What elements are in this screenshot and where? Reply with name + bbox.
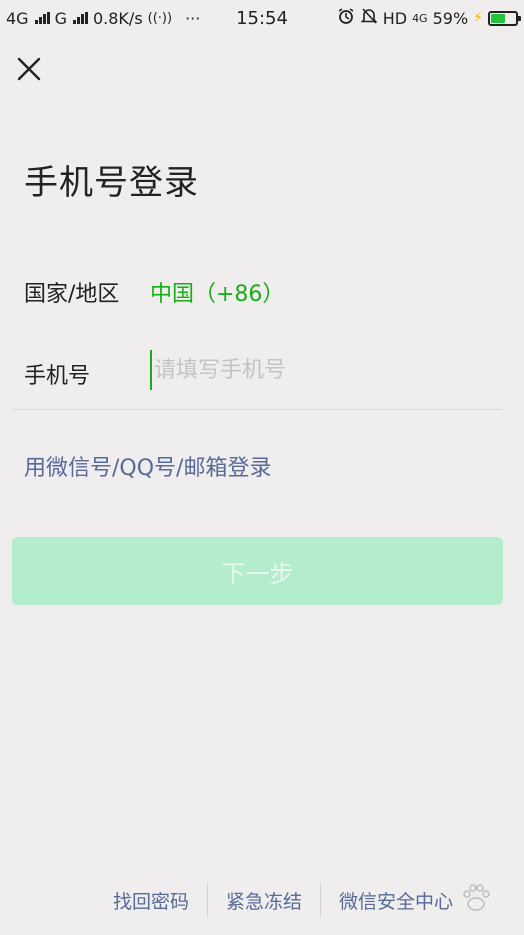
- hotspot-icon: ((·)): [147, 10, 173, 26]
- alarm-icon: [337, 7, 355, 29]
- phone-label: 手机号: [24, 364, 91, 389]
- signal-icon-2: [72, 12, 88, 24]
- status-bar: 4G G 0.8K/s ((·)) ··· 15:54 HD 4G 59% ⚡: [0, 0, 524, 36]
- status-left: 4G G 0.8K/s ((·)) ···: [6, 9, 200, 28]
- battery-icon: [488, 10, 521, 26]
- net-4g-badge: 4G: [412, 11, 428, 25]
- close-button[interactable]: [14, 54, 44, 84]
- battery-fill: [491, 13, 506, 23]
- charging-icon: ⚡: [473, 10, 483, 26]
- alt-login-link[interactable]: 用微信号/QQ号/邮箱登录: [24, 450, 271, 482]
- footer-link-security-center[interactable]: 微信安全中心: [321, 887, 471, 914]
- paw-logo-icon: [463, 884, 490, 911]
- country-label: 国家/地区: [24, 282, 120, 307]
- clock: 15:54: [236, 7, 288, 29]
- country-selector[interactable]: 中国（+86）: [150, 276, 284, 308]
- network-type-1: 4G: [6, 8, 29, 28]
- status-right: HD 4G 59% ⚡: [337, 7, 521, 29]
- close-icon: [17, 57, 41, 81]
- footer-link-recover-password[interactable]: 找回密码: [95, 887, 207, 914]
- network-speed: 0.8K/s: [92, 8, 143, 28]
- watermark-logo: [458, 880, 494, 916]
- hd-badge: HD: [382, 8, 408, 28]
- network-type-2: G: [54, 8, 67, 28]
- phone-input[interactable]: [150, 350, 490, 390]
- login-screen: 4G G 0.8K/s ((·)) ··· 15:54 HD 4G 59% ⚡: [0, 0, 524, 935]
- next-button[interactable]: 下一步: [12, 537, 503, 605]
- footer-links: 找回密码 紧急冻结 微信安全中心: [0, 882, 524, 918]
- phone-divider: [12, 409, 503, 410]
- signal-icon: [34, 12, 50, 24]
- page-title: 手机号登录: [24, 163, 199, 203]
- battery-percent: 59%: [432, 8, 469, 28]
- more-dots: ···: [185, 8, 201, 28]
- footer-link-emergency-freeze[interactable]: 紧急冻结: [208, 887, 320, 914]
- mute-bell-icon: [360, 7, 378, 29]
